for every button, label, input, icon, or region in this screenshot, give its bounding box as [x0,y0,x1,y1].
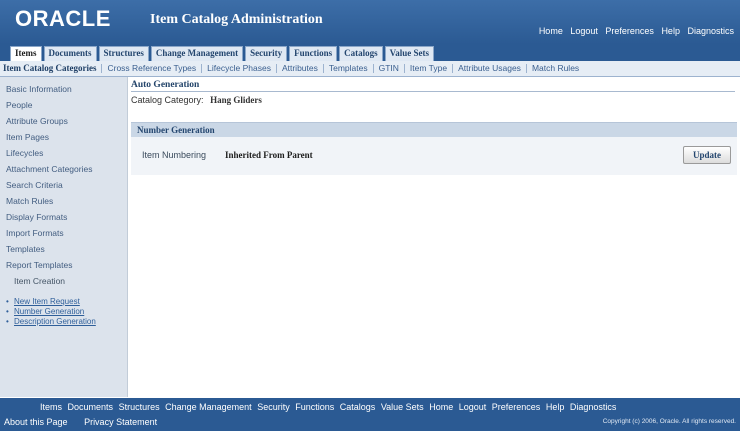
sidebar-item-attribute-groups[interactable]: Attribute Groups [0,113,127,129]
tab-change-management[interactable]: Change Management [150,46,244,62]
footer-link-logout[interactable]: Logout [459,402,487,412]
subtab-lifecycle-phases[interactable]: Lifecycle Phases [204,61,274,75]
main-content: Auto Generation Catalog Category: Hang G… [131,80,737,105]
footer-link-diagnostics[interactable]: Diagnostics [570,402,617,412]
subtab-match-rules[interactable]: Match Rules [529,61,582,75]
tab-documents[interactable]: Documents [43,46,97,62]
catalog-category-label: Catalog Category: [131,95,204,105]
global-link-help[interactable]: Help [661,26,680,36]
footer-about-links: About this Page Privacy Statement [4,417,171,427]
sidebar-item-display-formats[interactable]: Display Formats [0,209,127,225]
catalog-category-value: Hang Gliders [210,95,262,105]
tab-value-sets[interactable]: Value Sets [384,46,435,62]
sidebar-item-report-templates[interactable]: Report Templates [0,257,127,273]
sidebar-item-templates[interactable]: Templates [0,241,127,257]
global-links: Home Logout Preferences Help Diagnostics [534,26,734,36]
global-link-logout[interactable]: Logout [570,26,598,36]
sidebar: Basic Information People Attribute Group… [0,77,128,397]
footer-link-documents[interactable]: Documents [68,402,114,412]
footer-link-functions[interactable]: Functions [295,402,334,412]
footer-link-structures[interactable]: Structures [119,402,160,412]
subtab-item-catalog-categories[interactable]: Item Catalog Categories [0,61,99,75]
copyright-text: Copyright (c) 2006, Oracle. All rights r… [602,418,736,425]
item-numbering-label: Item Numbering [142,150,207,160]
footer-link-change-management[interactable]: Change Management [165,402,252,412]
divider [525,64,527,74]
sidebar-item-import-formats[interactable]: Import Formats [0,225,127,241]
global-link-preferences[interactable]: Preferences [605,26,654,36]
tab-catalogs[interactable]: Catalogs [339,46,383,62]
sidebar-item-item-creation[interactable]: Item Creation [0,273,127,289]
footer-link-value-sets[interactable]: Value Sets [381,402,424,412]
footer-links: Items Documents Structures Change Manage… [40,402,619,412]
sidebar-item-search-criteria[interactable]: Search Criteria [0,177,127,193]
sidebar-item-lifecycles[interactable]: Lifecycles [0,145,127,161]
divider [201,64,203,74]
subtab-attributes[interactable]: Attributes [279,61,321,75]
privacy-statement-link[interactable]: Privacy Statement [84,417,157,427]
subtabs-bar: Item Catalog Categories Cross Reference T… [0,61,740,77]
subtab-attribute-usages[interactable]: Attribute Usages [455,61,524,75]
footer-bar: Items Documents Structures Change Manage… [0,398,740,431]
tab-items[interactable]: Items [10,46,42,62]
tab-functions[interactable]: Functions [289,46,338,62]
tab-security[interactable]: Security [245,46,288,62]
footer-link-preferences[interactable]: Preferences [492,402,541,412]
divider [372,64,374,74]
item-numbering-row: Item Numbering Inherited From Parent Upd… [131,137,737,176]
number-generation-section: Number Generation Item Numbering Inherit… [131,122,737,175]
header-bar: ORACLE Item Catalog Administration Home … [0,0,740,44]
divider [322,64,324,74]
item-numbering-value: Inherited From Parent [225,150,313,160]
about-this-page-link[interactable]: About this Page [4,417,68,427]
tabs-bar: Items Documents Structures Change Manage… [0,44,740,62]
footer-link-catalogs[interactable]: Catalogs [340,402,376,412]
sidebar-sublinks: New Item Request Number Generation Descr… [0,297,127,327]
divider [452,64,454,74]
divider [403,64,405,74]
tab-structures[interactable]: Structures [98,46,149,62]
divider [101,64,103,74]
divider [275,64,277,74]
footer-link-security[interactable]: Security [257,402,290,412]
global-link-diagnostics[interactable]: Diagnostics [687,26,734,36]
subtab-cross-reference-types[interactable]: Cross Reference Types [104,61,199,75]
subtab-templates[interactable]: Templates [326,61,371,75]
sidebar-link-number-generation[interactable]: Number Generation [6,307,122,317]
subtab-gtin[interactable]: GTIN [376,61,402,75]
footer-link-items[interactable]: Items [40,402,62,412]
page-title: Auto Generation [131,80,200,90]
sidebar-item-attachment-categories[interactable]: Attachment Categories [0,161,127,177]
sidebar-item-people[interactable]: People [0,97,127,113]
sidebar-link-new-item-request[interactable]: New Item Request [6,297,122,307]
sidebar-item-item-pages[interactable]: Item Pages [0,129,127,145]
update-button[interactable]: Update [683,146,731,164]
global-link-home[interactable]: Home [539,26,563,36]
title-divider [131,91,735,92]
footer-link-help[interactable]: Help [546,402,565,412]
catalog-category-row: Catalog Category: Hang Gliders [131,95,737,105]
sidebar-item-basic-information[interactable]: Basic Information [0,81,127,97]
oracle-logo: ORACLE [15,6,111,31]
app-title: Item Catalog Administration [150,12,323,27]
footer-link-home[interactable]: Home [429,402,453,412]
section-header: Number Generation [131,122,737,137]
sidebar-link-description-generation[interactable]: Description Generation [6,317,122,327]
subtab-item-type[interactable]: Item Type [407,61,450,75]
sidebar-item-match-rules[interactable]: Match Rules [0,193,127,209]
